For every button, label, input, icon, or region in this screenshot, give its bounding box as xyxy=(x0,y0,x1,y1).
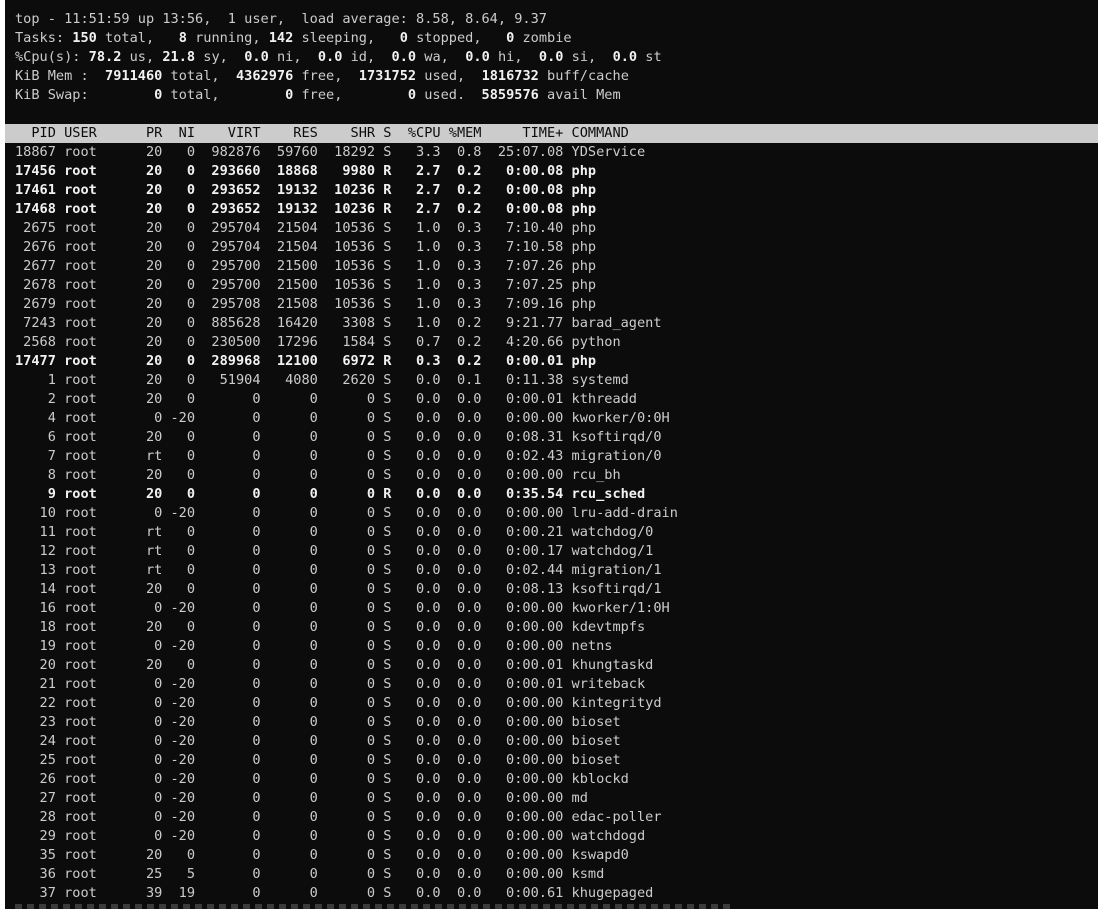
summary-line: KiB Mem : 7911460 total, 4362976 free, 1… xyxy=(15,67,629,86)
process-row: 2677 root 20 0 295700 21500 10536 S 1.0 … xyxy=(15,258,597,274)
summary-text: total, xyxy=(162,87,286,103)
summary-text: si, xyxy=(563,49,613,65)
summary-line: Tasks: 150 total, 8 running, 142 sleepin… xyxy=(15,29,572,48)
process-row: 12 root rt 0 0 0 0 S 0.0 0.0 0:00.17 wat… xyxy=(15,543,654,559)
summary-value: 5859576 xyxy=(481,87,539,103)
summary-value: 0.0 xyxy=(612,49,638,65)
partial-row xyxy=(15,904,735,909)
process-row: 17477 root 20 0 289968 12100 6972 R 0.3 … xyxy=(15,353,597,369)
process-row: 2675 root 20 0 295704 21504 10536 S 1.0 … xyxy=(15,220,597,236)
terminal-window[interactable]: top - 11:51:59 up 13:56, 1 user, load av… xyxy=(5,0,1098,909)
summary-text: ni, xyxy=(268,49,318,65)
process-row: 24 root 0 -20 0 0 0 S 0.0 0.0 0:00.00 bi… xyxy=(15,733,621,749)
summary-value: 150 xyxy=(72,30,97,46)
process-row: 28 root 0 -20 0 0 0 S 0.0 0.0 0:00.00 ed… xyxy=(15,809,662,825)
process-row: 2 root 20 0 0 0 0 S 0.0 0.0 0:00.01 kthr… xyxy=(15,391,637,407)
summary-line: top - 11:51:59 up 13:56, 1 user, load av… xyxy=(15,10,547,29)
process-row: 11 root rt 0 0 0 0 S 0.0 0.0 0:00.21 wat… xyxy=(15,524,654,540)
process-row: 25 root 0 -20 0 0 0 S 0.0 0.0 0:00.00 bi… xyxy=(15,752,621,768)
summary-value: 0.0 xyxy=(538,49,564,65)
process-row: 2678 root 20 0 295700 21500 10536 S 1.0 … xyxy=(15,277,597,293)
summary-text: used, xyxy=(416,68,482,84)
summary-text: used. xyxy=(416,87,482,103)
process-row: 7243 root 20 0 885628 16420 3308 S 1.0 0… xyxy=(15,315,662,331)
summary-value: 8 xyxy=(178,30,187,46)
process-row: 17456 root 20 0 293660 18868 9980 R 2.7 … xyxy=(15,163,597,179)
process-row: 13 root rt 0 0 0 0 S 0.0 0.0 0:02.44 mig… xyxy=(15,562,662,578)
process-row: 37 root 39 19 0 0 0 S 0.0 0.0 0:00.61 kh… xyxy=(15,885,654,901)
process-row: 1 root 20 0 51904 4080 2620 S 0.0 0.1 0:… xyxy=(15,372,629,388)
summary-text: sleeping, xyxy=(293,30,400,46)
summary-value: 0.0 xyxy=(465,49,490,65)
process-row: 2568 root 20 0 230500 17296 1584 S 0.7 0… xyxy=(15,334,621,350)
summary-value: 1816732 xyxy=(481,68,539,84)
summary-value: 0.0 xyxy=(244,49,269,65)
summary-text: total, xyxy=(96,30,179,46)
process-row: 10 root 0 -20 0 0 0 S 0.0 0.0 0:00.00 lr… xyxy=(15,505,678,521)
summary-text: avail Mem xyxy=(538,87,621,103)
process-row: 2679 root 20 0 295708 21508 10536 S 1.0 … xyxy=(15,296,597,312)
summary-value: 78.2 xyxy=(88,49,122,65)
table-header-text: PID USER PR NI VIRT RES SHR S %CPU %MEM … xyxy=(15,125,629,141)
process-row: 7 root rt 0 0 0 0 S 0.0 0.0 0:02.43 migr… xyxy=(15,448,662,464)
summary-line: KiB Swap: 0 total, 0 free, 0 used. 58595… xyxy=(15,86,621,105)
process-row: 35 root 20 0 0 0 0 S 0.0 0.0 0:00.00 ksw… xyxy=(15,847,629,863)
summary-value: 21.8 xyxy=(162,49,196,65)
process-table-header: PID USER PR NI VIRT RES SHR S %CPU %MEM … xyxy=(5,124,1098,143)
process-row: 23 root 0 -20 0 0 0 S 0.0 0.0 0:00.00 bi… xyxy=(15,714,621,730)
process-row: 21 root 0 -20 0 0 0 S 0.0 0.0 0:00.01 wr… xyxy=(15,676,646,692)
summary-text: KiB Swap: xyxy=(15,87,155,103)
summary-text: sy, xyxy=(195,49,245,65)
summary-text: top - 11:51:59 up 13:56, 1 user, load av… xyxy=(15,11,547,27)
process-row: 6 root 20 0 0 0 0 S 0.0 0.0 0:08.31 ksof… xyxy=(15,429,662,445)
process-row: 36 root 25 5 0 0 0 S 0.0 0.0 0:00.00 ksm… xyxy=(15,866,605,882)
summary-text: free, xyxy=(293,68,359,84)
process-row: 26 root 0 -20 0 0 0 S 0.0 0.0 0:00.00 kb… xyxy=(15,771,629,787)
summary-value: 0 xyxy=(407,87,417,103)
summary-text: stopped, xyxy=(407,30,507,46)
process-row: 29 root 0 -20 0 0 0 S 0.0 0.0 0:00.00 wa… xyxy=(15,828,646,844)
summary-text: wa, xyxy=(416,49,466,65)
summary-value: 7911460 xyxy=(105,68,163,84)
summary-value: 142 xyxy=(268,30,294,46)
process-row: 9 root 20 0 0 0 0 R 0.0 0.0 0:35.54 rcu_… xyxy=(15,486,646,502)
process-row: 27 root 0 -20 0 0 0 S 0.0 0.0 0:00.00 md xyxy=(15,790,588,806)
process-row: 17468 root 20 0 293652 19132 10236 R 2.7… xyxy=(15,201,597,217)
process-row: 14 root 20 0 0 0 0 S 0.0 0.0 0:08.13 kso… xyxy=(15,581,662,597)
summary-text: st xyxy=(637,49,662,65)
process-row: 2676 root 20 0 295704 21504 10536 S 1.0 … xyxy=(15,239,597,255)
summary-text: hi, xyxy=(489,49,539,65)
summary-value: 1731752 xyxy=(358,68,417,84)
process-row: 17461 root 20 0 293652 19132 10236 R 2.7… xyxy=(15,182,597,198)
summary-text: zombie xyxy=(514,30,572,46)
summary-text: %Cpu(s): xyxy=(15,49,89,65)
summary-text: Tasks: xyxy=(15,30,73,46)
process-row: 19 root 0 -20 0 0 0 S 0.0 0.0 0:00.00 ne… xyxy=(15,638,613,654)
summary-value: 0 xyxy=(399,30,408,46)
process-row: 4 root 0 -20 0 0 0 S 0.0 0.0 0:00.00 kwo… xyxy=(15,410,670,426)
process-row: 18867 root 20 0 982876 59760 18292 S 3.3… xyxy=(15,144,646,160)
process-row: 16 root 0 -20 0 0 0 S 0.0 0.0 0:00.00 kw… xyxy=(15,600,670,616)
process-row: 22 root 0 -20 0 0 0 S 0.0 0.0 0:00.00 ki… xyxy=(15,695,662,711)
summary-value: 0.0 xyxy=(317,49,343,65)
summary-text: id, xyxy=(342,49,392,65)
summary-text: buff/cache xyxy=(538,68,629,84)
summary-text: us, xyxy=(121,49,163,65)
process-row: 18 root 20 0 0 0 0 S 0.0 0.0 0:00.00 kde… xyxy=(15,619,646,635)
summary-value: 0.0 xyxy=(391,49,417,65)
summary-line: %Cpu(s): 78.2 us, 21.8 sy, 0.0 ni, 0.0 i… xyxy=(15,48,662,67)
summary-text: running, xyxy=(186,30,269,46)
summary-value: 4362976 xyxy=(236,68,294,84)
summary-text: total, xyxy=(162,68,236,84)
summary-text: free, xyxy=(293,87,408,103)
summary-text: KiB Mem : xyxy=(15,68,106,84)
process-row: 8 root 20 0 0 0 0 S 0.0 0.0 0:00.00 rcu_… xyxy=(15,467,621,483)
process-row: 20 root 20 0 0 0 0 S 0.0 0.0 0:00.01 khu… xyxy=(15,657,654,673)
